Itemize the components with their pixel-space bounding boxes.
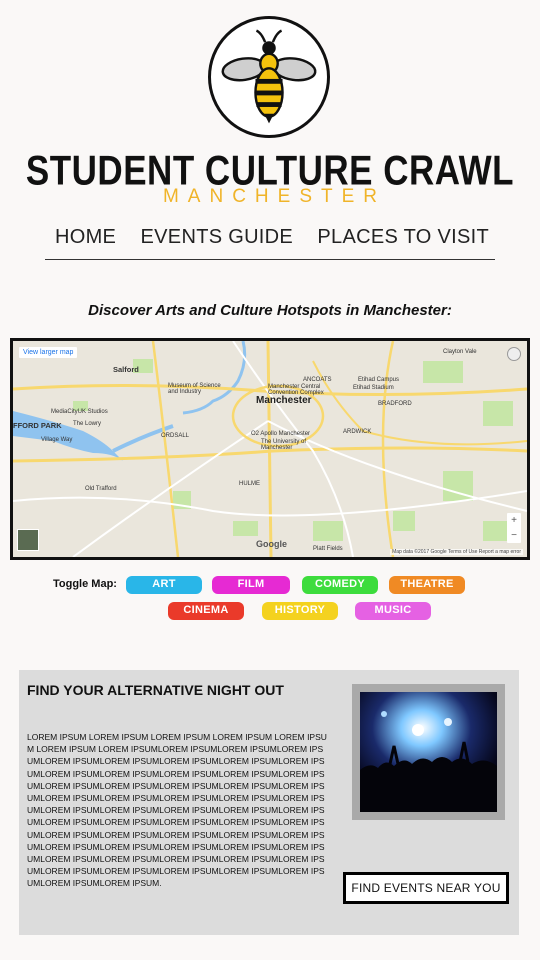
map-label-ancoats: ANCOATS [303,377,332,383]
map-label-lowry: The Lowry [73,421,102,427]
tagline: Discover Arts and Culture Hotspots in Ma… [88,302,452,319]
toggle-map-label: Toggle Map: [53,578,117,590]
nav-events-guide[interactable]: EVENTS GUIDE [141,226,294,249]
find-events-near-you-button[interactable]: FIND EVENTS NEAR YOU [343,872,509,904]
map-label-mediacity: MediaCityUK Studios [51,409,108,415]
map-label-apollo: O2 Apollo Manchester [251,431,311,437]
night-out-panel: FIND YOUR ALTERNATIVE NIGHT OUT LOREM IP… [19,670,519,935]
brand-subtitle: MANCHESTER [162,186,386,207]
google-logo: Google [256,539,287,549]
zoom-out-button[interactable]: − [507,528,521,543]
toggle-theatre-button[interactable]: THEATRE [389,576,465,594]
map-label-platt-fields: Platt Fields [313,546,343,552]
map-embed[interactable]: View larger map Salford Manchester Museu… [10,338,530,560]
satellite-view-button[interactable] [17,529,39,551]
map-label-ardwick: ARDWICK [343,429,372,435]
bee-logo[interactable] [208,16,330,138]
zoom-control: + − [507,513,521,543]
map-label-old-trafford: Old Trafford [85,486,117,492]
map-label-central: Manchester Central Convention Complex [268,384,324,396]
map-label-salford: Salford [113,365,139,374]
map-label-university: The University of Manchester [261,439,307,451]
panel-title: FIND YOUR ALTERNATIVE NIGHT OUT [27,682,284,698]
nav-home[interactable]: HOME [55,226,116,249]
map-label-museum: Museum of Science and Industry [168,383,221,395]
main-nav: HOME EVENTS GUIDE PLACES TO VISIT [45,226,495,260]
toggle-history-button[interactable]: HISTORY [262,602,338,620]
photo-frame [352,684,505,820]
map-label-etihad-stadium: Etihad Stadium [353,385,394,391]
fullscreen-icon[interactable] [507,347,521,361]
map-label-etihad-campus: Etihad Campus [358,377,400,383]
map-label-hulme: HULME [239,481,261,487]
map-attribution[interactable]: Map data ©2017 Google Terms of Use Repor… [390,549,523,555]
map-label-trafford-park: FFORD PARK [13,421,62,430]
toggle-cinema-button[interactable]: CINEMA [168,602,244,620]
nav-places-to-visit[interactable]: PLACES TO VISIT [317,226,489,249]
view-larger-map-link[interactable]: View larger map [19,347,78,358]
toggle-film-button[interactable]: FILM [212,576,290,594]
map-label-ordsall: ORDSALL [161,433,190,439]
map-label-clayton-vale: Clayton Vale [443,349,477,355]
map-label-manchester: Manchester [256,395,312,406]
concert-crowd-photo [360,692,497,812]
map-label-bradford: BRADFORD [378,401,412,407]
toggle-comedy-button[interactable]: COMEDY [302,576,378,594]
toggle-music-button[interactable]: MUSIC [355,602,431,620]
zoom-in-button[interactable]: + [507,513,521,528]
toggle-art-button[interactable]: ART [126,576,202,594]
panel-body-text: LOREM IPSUM LOREM IPSUM LOREM IPSUM LORE… [27,732,327,889]
map-label-village-way: Village Way [41,437,73,443]
bee-icon [221,29,317,124]
